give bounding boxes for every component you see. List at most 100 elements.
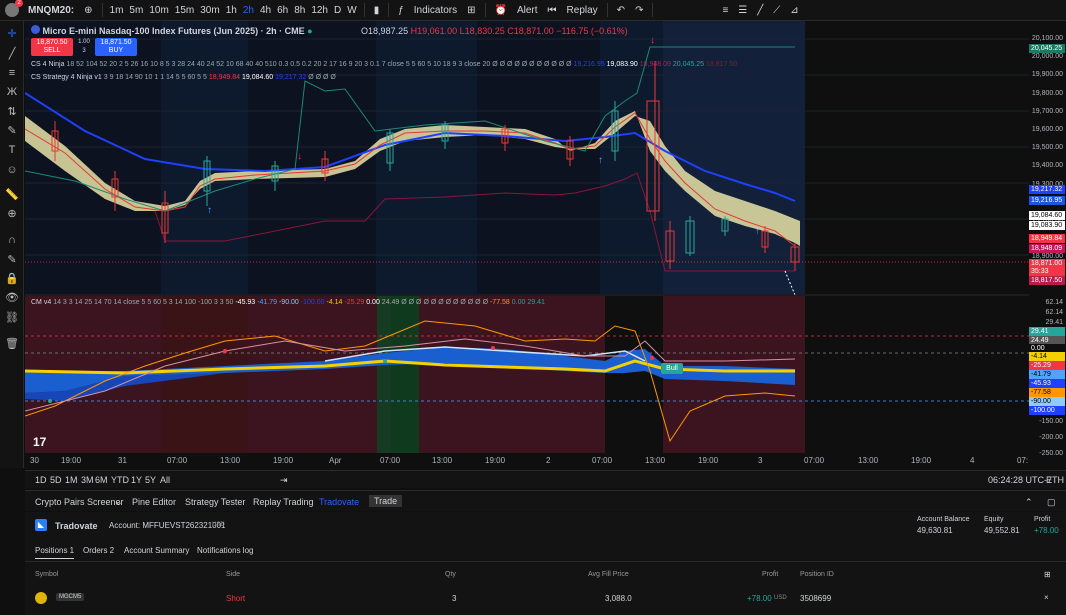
link-icon[interactable]: ⛓ — [5, 311, 19, 325]
range-6m[interactable]: 6M — [95, 475, 108, 485]
brush-icon[interactable]: ✎ — [5, 124, 19, 138]
subtab-positions-[interactable]: Positions 1 — [35, 546, 75, 559]
lock-icon[interactable]: 🔒 — [5, 272, 19, 286]
interval-W[interactable]: W — [344, 5, 359, 16]
trendline-icon[interactable]: ╱ — [5, 47, 19, 61]
interval-group: 1m 5m 10m 15m 30m 1h 2h 4h 6h 8h 12h D W — [107, 5, 360, 16]
subtab-account-summary[interactable]: Account Summary — [124, 546, 189, 555]
avatar[interactable]: 2 — [5, 0, 23, 17]
zoom-icon[interactable]: ⊕ — [5, 207, 19, 221]
column-header[interactable]: Qty — [445, 571, 456, 578]
range-1d[interactable]: 1D — [35, 475, 47, 485]
interval-1m[interactable]: 1m — [107, 5, 127, 16]
tab-strategy-tester[interactable]: Strategy Tester — [185, 497, 245, 507]
forecast-icon[interactable]: ⇅ — [5, 105, 19, 119]
fib-tool-icon[interactable]: ≡ — [717, 5, 733, 16]
pattern-icon[interactable]: Ж — [5, 85, 19, 99]
range-1y[interactable]: 1Y — [131, 475, 142, 485]
interval-12h[interactable]: 12h — [308, 5, 331, 16]
legend-cs4ninja[interactable]: CS 4 Ninja 18 52 104 52 20 2 5 26 16 10 … — [31, 61, 737, 68]
trash-icon[interactable]: 🗑 — [5, 337, 19, 351]
range-all[interactable]: All — [160, 475, 170, 485]
tab-pine-editor[interactable]: Pine Editor — [132, 497, 176, 507]
lock-drawing-icon[interactable]: ✎ — [5, 253, 19, 267]
range-5y[interactable]: 5Y — [145, 475, 156, 485]
crosshair-icon[interactable]: ✛ — [5, 27, 19, 41]
replay-icon[interactable]: ⏮ — [543, 5, 562, 16]
alert-button[interactable]: Alert — [512, 5, 543, 16]
chart-area[interactable]: ↑ ↓ ↑ ↓ ↑ 17 Micro E-mini Nasdaq-100 Ind… — [24, 21, 1029, 468]
tab-trade[interactable]: Trade — [369, 495, 403, 507]
svg-text:↑: ↑ — [755, 226, 760, 236]
compare-plus-icon[interactable]: ⊕ — [79, 5, 97, 16]
dropdown-chevron-icon[interactable]: ⌄ — [115, 497, 123, 508]
subtab-orders-[interactable]: Orders 2 — [83, 546, 114, 555]
redo-icon[interactable]: ↷ — [630, 5, 648, 16]
interval-30m[interactable]: 30m — [197, 5, 222, 16]
pitchfork-tool-icon[interactable]: ☰ — [733, 5, 752, 16]
replay-button[interactable]: Replay — [562, 5, 603, 16]
tab-tradovate[interactable]: Tradovate — [319, 497, 359, 507]
price-tick-label: 19,900.00 — [1031, 71, 1063, 79]
drawing-toolbar: ✛ ╱ ≡ Ж ⇅ ✎ T ☺ 📏 ⊕ ∩ ✎ 🔒 👁 ⛓ 🗑 — [0, 21, 24, 468]
undo-icon[interactable]: ↶ — [612, 5, 630, 16]
eye-icon[interactable]: 👁 — [5, 291, 19, 305]
text-icon[interactable]: T — [5, 143, 19, 157]
indicators-icon[interactable]: ƒ — [393, 5, 409, 16]
range-5d[interactable]: 5D — [50, 475, 62, 485]
subtab-notifications-log[interactable]: Notifications log — [197, 546, 253, 555]
date-range-icon[interactable]: ⇥ — [280, 475, 288, 486]
range-3m[interactable]: 3M — [81, 475, 94, 485]
row-symbol[interactable]: MGCM5 — [56, 593, 85, 601]
measure-tool-icon[interactable]: ⊿ — [785, 5, 803, 16]
price-axis[interactable]: 20,100.00 20,000.00 19,900.00 19,800.00 19,7… — [1029, 21, 1066, 468]
columns-settings-icon[interactable]: ⊞ — [1044, 570, 1051, 579]
interval-D[interactable]: D — [331, 5, 344, 16]
tab-replay-trading[interactable]: Replay Trading — [253, 497, 314, 507]
alert-icon[interactable]: ⏰ — [490, 5, 512, 16]
interval-8h[interactable]: 8h — [291, 5, 308, 16]
interval-15m[interactable]: 15m — [172, 5, 197, 16]
column-header[interactable]: Position ID — [800, 571, 834, 578]
panel-chevron-icon[interactable]: ⌃ — [1025, 497, 1033, 508]
fib-icon[interactable]: ≡ — [5, 66, 19, 80]
status-dot: ● — [307, 26, 313, 36]
sell-button[interactable]: 18,870.50 SELL — [31, 38, 73, 56]
price-tick-label: 20,000.00 — [1031, 53, 1063, 61]
range-1m[interactable]: 1M — [65, 475, 78, 485]
broker-name: Tradovate — [55, 521, 98, 531]
interval-5m[interactable]: 5m — [126, 5, 146, 16]
ray-tool-icon[interactable]: ⟋ — [768, 5, 785, 16]
order-qty[interactable]: 3 — [76, 47, 92, 56]
emoji-icon[interactable]: ☺ — [5, 163, 19, 177]
column-header[interactable]: Symbol — [35, 571, 58, 578]
time-tick-label: 13:00 — [432, 456, 453, 465]
ruler-icon[interactable]: 📏 — [5, 188, 19, 202]
interval-2h[interactable]: 2h — [240, 5, 257, 16]
column-header[interactable]: Profit — [762, 571, 778, 578]
tab-crypto-pairs-screener[interactable]: Crypto Pairs Screener — [35, 497, 124, 507]
candle-type-icon[interactable]: ▮ — [369, 5, 385, 16]
interval-6h[interactable]: 6h — [274, 5, 291, 16]
interval-1h[interactable]: 1h — [223, 5, 240, 16]
layout-grid-icon[interactable]: ⊞ — [462, 5, 480, 16]
magnet-icon[interactable]: ∩ — [5, 233, 19, 247]
legend-cm-v4[interactable]: CM v4 14 3 3 14 25 14 70 14 close 5 5 60… — [31, 299, 545, 306]
interval-10m[interactable]: 10m — [146, 5, 171, 16]
trendline-tool-icon[interactable]: ╱ — [752, 5, 768, 16]
buy-button[interactable]: 18,871.50 BUY — [95, 38, 137, 56]
session-toggle[interactable]: ETH — [1046, 475, 1064, 485]
time-axis[interactable]: 30 19:00 31 07:00 13:00 19:00 Apr 07:00 13:00 19:… — [25, 452, 1029, 468]
panel-maximize-icon[interactable]: ▢ — [1047, 497, 1056, 508]
symbol-search[interactable]: MNQM20: — [23, 5, 79, 16]
indicators-button[interactable]: Indicators — [409, 5, 462, 16]
column-header[interactable]: Side — [226, 571, 240, 578]
account-selector[interactable]: Account: MFFUEVST262321001 — [109, 521, 226, 530]
close-position-icon[interactable]: × — [1044, 593, 1049, 602]
column-header[interactable]: Avg Fill Price — [588, 571, 629, 578]
trading-panel: ◣ Tradovate Account: MFFUEVST262321001 U… — [25, 512, 1066, 615]
legend-cs-strategy[interactable]: CS Strategy 4 Ninja v1 3 9 18 14 90 10 1… — [31, 74, 336, 81]
interval-4h[interactable]: 4h — [257, 5, 274, 16]
range-ytd[interactable]: YTD — [111, 475, 129, 485]
table-row[interactable]: MGCM5 Short 3 3,088.0 +78.00 USD 3508699… — [25, 590, 1066, 608]
